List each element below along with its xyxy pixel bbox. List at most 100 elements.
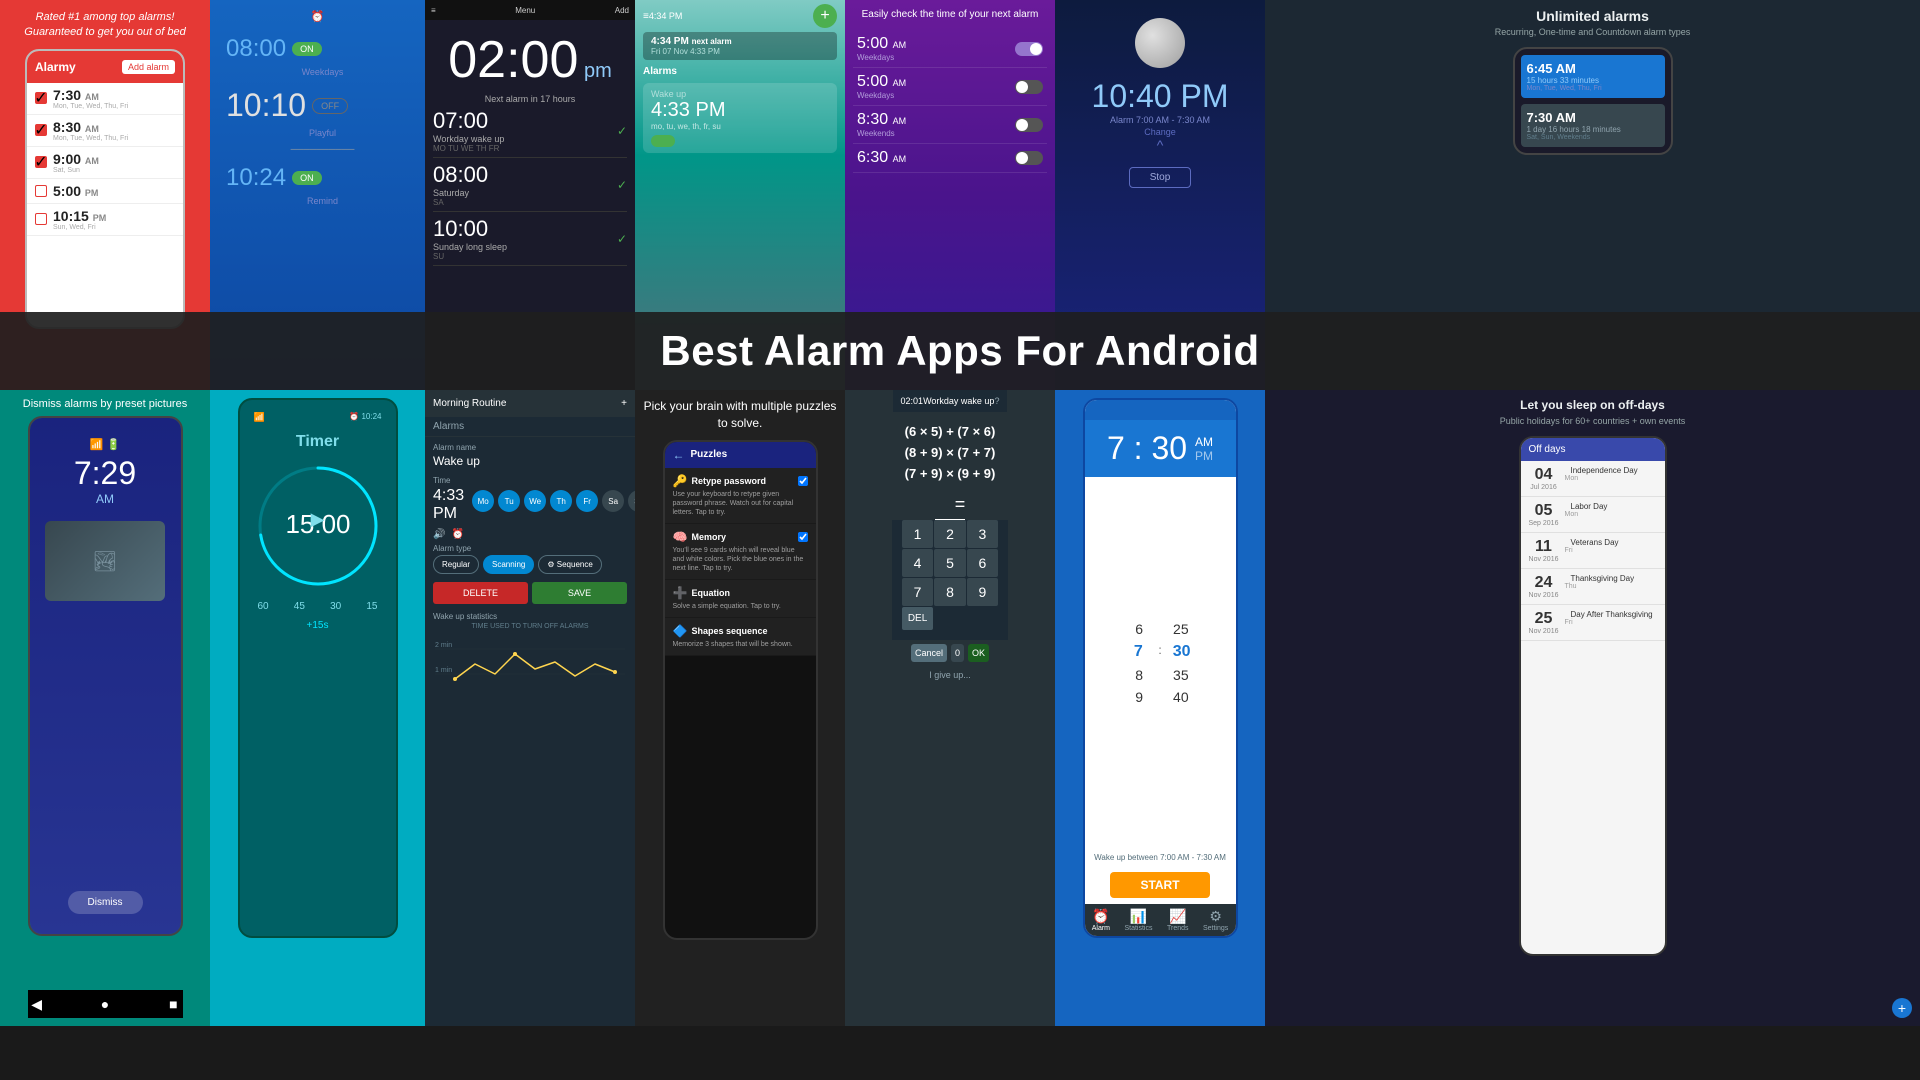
math-zero-btn[interactable]: 0 bbox=[951, 644, 964, 662]
purple-time-1: 5:00 AM bbox=[857, 35, 906, 53]
alarmy-add-btn[interactable]: Add alarm bbox=[122, 60, 175, 74]
banner: Best Alarm Apps For Android bbox=[0, 312, 1920, 390]
math-key-1[interactable]: 1 bbox=[902, 520, 933, 548]
day-tu[interactable]: Tu bbox=[498, 490, 520, 512]
day-we[interactable]: We bbox=[524, 490, 546, 512]
unlimited-sub-1: 15 hours 33 minutes bbox=[1527, 76, 1659, 85]
math-key-6[interactable]: 6 bbox=[967, 549, 998, 577]
math-key-5[interactable]: 5 bbox=[934, 549, 965, 577]
name-field-value[interactable]: Wake up bbox=[433, 454, 627, 468]
day-mo[interactable]: Mo bbox=[472, 490, 494, 512]
toggle-2[interactable] bbox=[1015, 80, 1043, 94]
start-button[interactable]: START bbox=[1110, 872, 1209, 898]
delete-button[interactable]: DELETE bbox=[433, 582, 528, 604]
tp-num-35: 35 bbox=[1161, 667, 1201, 683]
timer-label-30: 30 bbox=[330, 601, 341, 612]
panel-holidays: Let you sleep on off-days Public holiday… bbox=[1265, 390, 1920, 1026]
timer-plus-label: +15s bbox=[307, 620, 329, 631]
give-up-link[interactable]: I give up... bbox=[925, 666, 975, 684]
name-field-label: Alarm name bbox=[433, 443, 627, 452]
alarm-toggle[interactable] bbox=[651, 135, 675, 147]
puzzle-title-1: Retype password bbox=[691, 476, 766, 486]
toggle-4[interactable] bbox=[1015, 151, 1043, 165]
day-th[interactable]: Th bbox=[550, 490, 572, 512]
holiday-item-1: 04 Jul 2016 Independence Day Mon bbox=[1521, 461, 1665, 497]
tab-settings[interactable]: ⚙ Settings bbox=[1203, 908, 1228, 932]
holiday-date-month-4: Nov 2016 bbox=[1529, 592, 1559, 599]
tab-statistics-label: Statistics bbox=[1124, 925, 1152, 932]
type-field-label: Alarm type bbox=[433, 544, 627, 553]
alarm-type-row: Regular Scanning ⚙ Sequence bbox=[433, 555, 627, 574]
math-ok-btn[interactable]: OK bbox=[968, 644, 989, 662]
puzzle-item-4: 🔷 Shapes sequence Memorize 3 shapes that… bbox=[665, 618, 816, 656]
math-key-8[interactable]: 8 bbox=[934, 578, 965, 606]
stats-chart: 2 min 1 min bbox=[433, 634, 627, 694]
holiday-name-1: Independence Day bbox=[1571, 466, 1638, 475]
dark-big-time: 02:00 pm bbox=[448, 30, 611, 90]
volume-icon[interactable]: 🔊 bbox=[433, 529, 445, 540]
math-key-4[interactable]: 4 bbox=[902, 549, 933, 577]
on-badge-1: ON bbox=[292, 42, 322, 56]
unlimited-phone: 6:45 AM 15 hours 33 minutes Mon, Tue, We… bbox=[1513, 47, 1673, 155]
toggle-3[interactable] bbox=[1015, 118, 1043, 132]
type-regular[interactable]: Regular bbox=[433, 555, 479, 574]
day-fr[interactable]: Fr bbox=[576, 490, 598, 512]
tp-pm-btn[interactable]: PM bbox=[1195, 449, 1213, 463]
holiday-name-4: Thanksgiving Day bbox=[1571, 574, 1635, 583]
math-key-7[interactable]: 7 bbox=[902, 578, 933, 606]
alarm-row-2: ✓ 8:30 AM Mon, Tue, Wed, Thu, Fri bbox=[27, 115, 183, 147]
dark-menu-icon: ≡ bbox=[431, 6, 436, 15]
day-su[interactable]: Su bbox=[628, 490, 635, 512]
tp-num-6: 6 bbox=[1119, 621, 1159, 637]
tab-statistics[interactable]: 📊 Statistics bbox=[1124, 908, 1152, 932]
weekdays-1: Weekdays bbox=[292, 67, 344, 77]
stop-button[interactable]: Stop bbox=[1129, 167, 1192, 188]
puzzles-list: 🔑 Retype password Use your keyboard to r… bbox=[665, 468, 816, 657]
timer-phone: 📶 ⏰ 10:24 Timer 15:00 ▶ 60 bbox=[238, 398, 398, 938]
dark-add-icon[interactable]: Add bbox=[615, 6, 629, 15]
holiday-date-month-2: Sep 2016 bbox=[1529, 520, 1559, 527]
tp-am-btn[interactable]: AM bbox=[1195, 435, 1213, 449]
puzzle-check-1[interactable] bbox=[798, 476, 808, 486]
purple-time-4: 6:30 AM bbox=[857, 149, 906, 167]
back-arrow-icon[interactable]: ← bbox=[673, 448, 685, 462]
play-icon[interactable]: ▶ bbox=[311, 509, 325, 530]
type-sequence[interactable]: ⚙ Sequence bbox=[538, 555, 601, 574]
unlimited-alarm-1: 6:45 AM 15 hours 33 minutes Mon, Tue, We… bbox=[1521, 55, 1665, 98]
snooze-icon[interactable]: ⏰ bbox=[451, 529, 463, 540]
toggle-1[interactable] bbox=[1015, 42, 1043, 56]
holiday-weekday-3: Fri bbox=[1565, 547, 1619, 554]
timer-label: Timer bbox=[296, 433, 339, 451]
holiday-item-4: 24 Nov 2016 Thanksgiving Day Thu bbox=[1521, 569, 1665, 605]
math-cancel-btn[interactable]: Cancel bbox=[911, 644, 947, 662]
change-link[interactable]: Change bbox=[1144, 127, 1176, 137]
alarm-days-2: Mon, Tue, Wed, Thu, Fri bbox=[53, 135, 128, 142]
math-key-9[interactable]: 9 bbox=[967, 578, 998, 606]
dismiss-nav: ◀ ● ■ bbox=[28, 990, 183, 1018]
add-alarm-icon[interactable]: + bbox=[621, 398, 627, 409]
dismiss-button[interactable]: Dismiss bbox=[68, 891, 143, 914]
type-scanning[interactable]: Scanning bbox=[483, 555, 534, 574]
next-alarm-date: Fri 07 Nov 4:33 PM bbox=[651, 47, 829, 56]
tab-trends[interactable]: 📈 Trends bbox=[1167, 908, 1189, 932]
tab-alarm[interactable]: ⏰ Alarm bbox=[1092, 908, 1110, 932]
dark-alarm-name-3: Sunday long sleep bbox=[433, 242, 507, 252]
next-alarm-banner: 4:34 PM next alarm Fri 07 Nov 4:33 PM bbox=[643, 32, 837, 60]
math-key-del[interactable]: DEL bbox=[902, 607, 933, 630]
day-sa[interactable]: Sa bbox=[602, 490, 624, 512]
holiday-date-month-3: Nov 2016 bbox=[1529, 556, 1559, 563]
alarm-time-5: 10:15 PM bbox=[53, 208, 106, 224]
math-key-3[interactable]: 3 bbox=[967, 520, 998, 548]
save-button[interactable]: SAVE bbox=[532, 582, 627, 604]
puzzle-check-2[interactable] bbox=[798, 532, 808, 542]
tp-ampm-selector: AM PM bbox=[1195, 435, 1213, 463]
puzzle-desc-4: Memorize 3 shapes that will be shown. bbox=[673, 640, 808, 649]
math-key-2[interactable]: 2 bbox=[934, 520, 965, 548]
purple-promo: Easily check the time of your next alarm bbox=[862, 8, 1039, 22]
add-alarm-btn[interactable]: + bbox=[813, 4, 837, 28]
alarms-section-title: Alarms bbox=[635, 60, 845, 83]
time-field-value[interactable]: 4:33 PM bbox=[433, 487, 464, 523]
panel-time-picker: 7 : 30 AM PM 6 25 7 : bbox=[1055, 390, 1265, 1026]
alarm-row-4: 5:00 PM bbox=[27, 179, 183, 204]
math-keypad: 1 2 3 4 5 6 7 8 9 DEL bbox=[892, 520, 1008, 640]
